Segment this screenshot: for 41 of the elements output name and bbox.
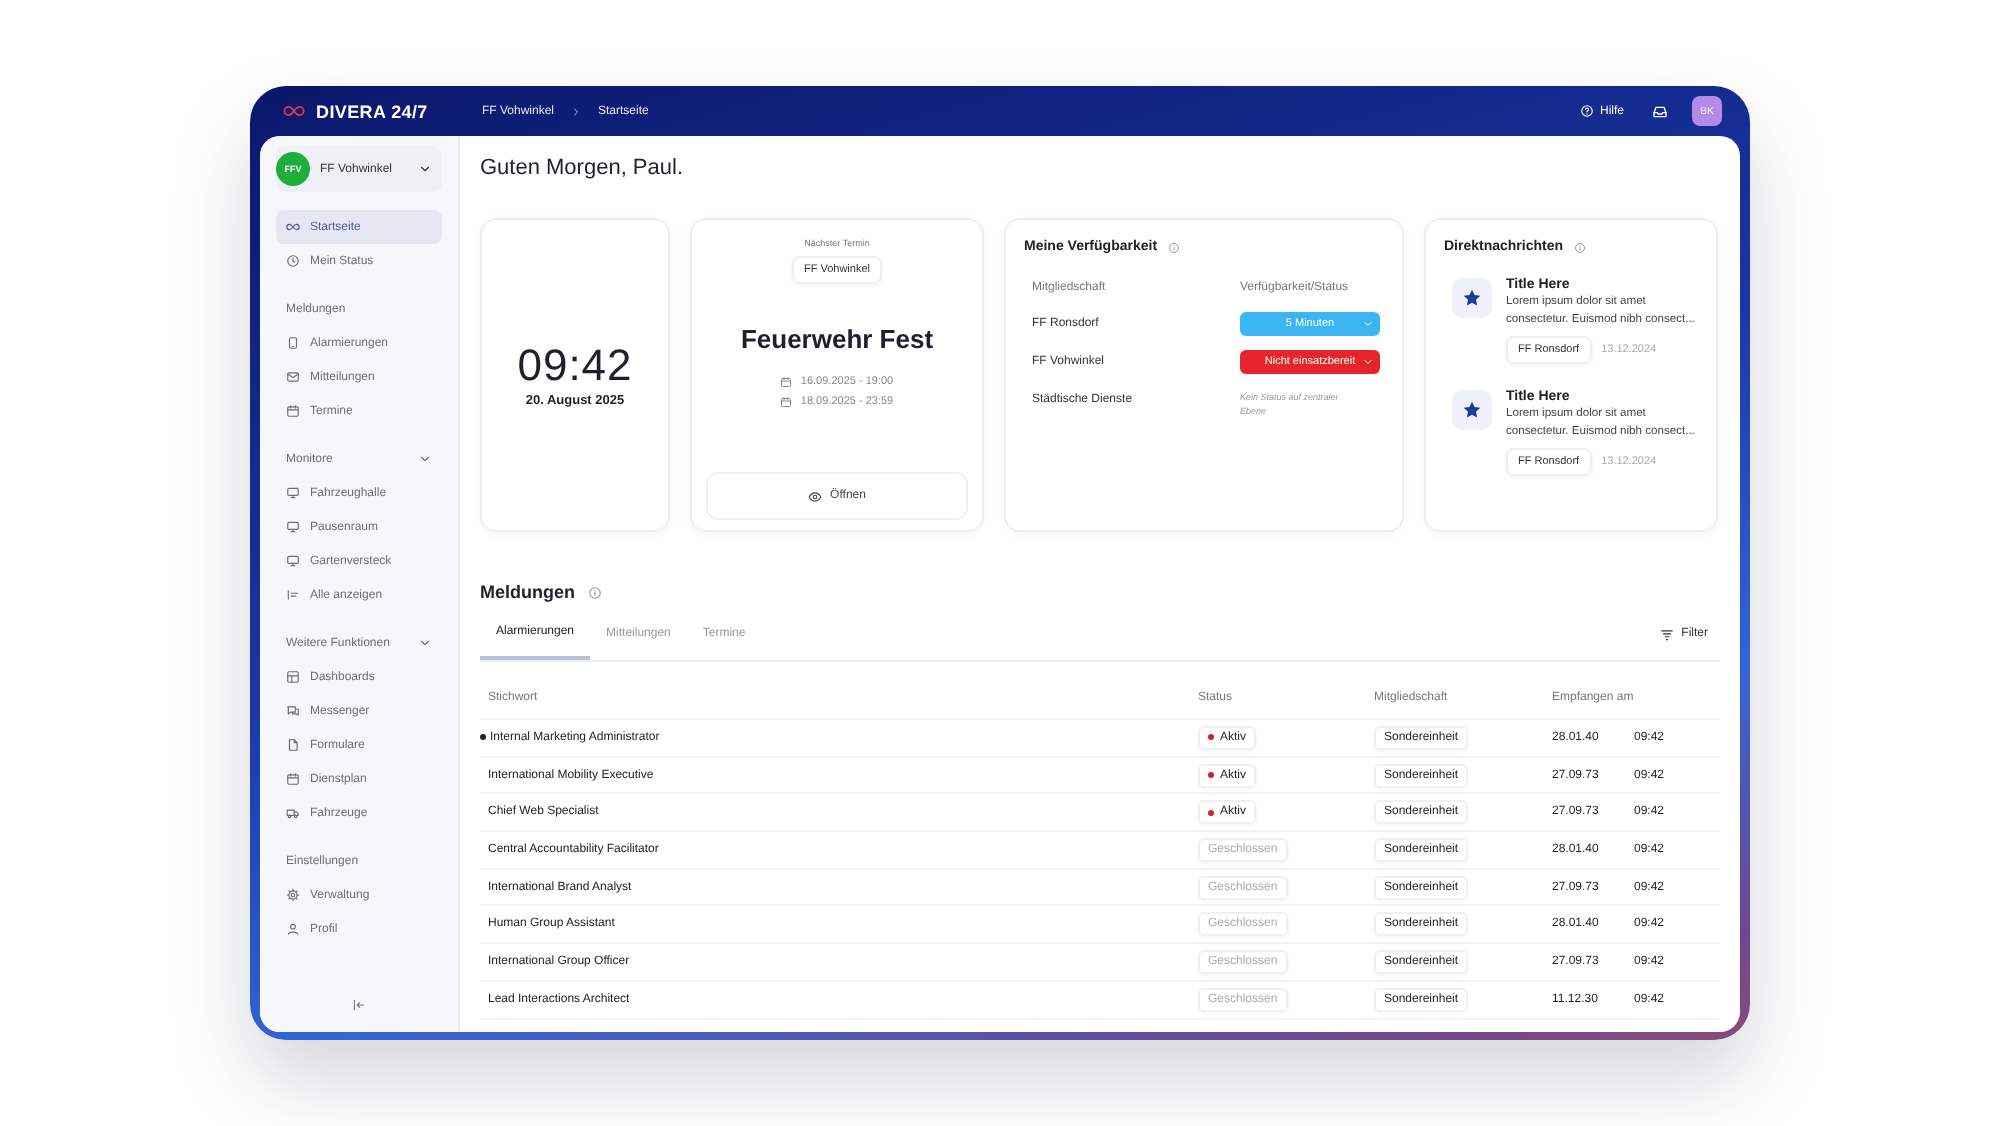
section-title: Meldungen — [480, 582, 575, 602]
info-icon — [1167, 241, 1180, 253]
monitor-icon — [286, 486, 300, 500]
info-icon — [587, 585, 601, 599]
chevron-down-icon[interactable] — [418, 636, 432, 650]
greeting-heading: Guten Morgen, Paul. — [480, 154, 686, 184]
event-title: Feuerwehr Fest — [740, 324, 934, 354]
monitor-icon — [286, 520, 300, 534]
brand-name: DIVERA 24/7 — [316, 101, 428, 121]
document-icon — [286, 738, 300, 752]
gear-icon — [286, 888, 300, 902]
truck-icon — [286, 806, 300, 820]
infinity-icon — [286, 220, 300, 234]
star-icon — [1462, 400, 1482, 420]
inbox-icon[interactable] — [1652, 103, 1668, 119]
unread-dot — [480, 734, 486, 741]
calendar-icon — [780, 396, 793, 408]
eye-icon — [808, 489, 823, 503]
chevron-down-icon — [418, 162, 432, 176]
chevron-down-icon — [1362, 355, 1374, 367]
clock-icon — [286, 254, 300, 268]
filter-icon — [1659, 627, 1674, 641]
list-icon — [286, 588, 300, 602]
logo-icon — [278, 100, 310, 122]
person-icon — [286, 922, 300, 936]
calendar-icon — [286, 772, 300, 786]
calendar-icon — [286, 404, 300, 418]
star-icon — [1462, 288, 1482, 308]
chevron-down-icon[interactable] — [418, 452, 432, 466]
envelope-icon — [286, 370, 300, 384]
chevron-down-icon — [1362, 317, 1374, 329]
info-icon — [1573, 241, 1586, 253]
chat-icon — [286, 704, 300, 718]
chevron-right-icon — [570, 105, 583, 117]
monitor-icon — [286, 554, 300, 568]
clock-time: 09:42 — [517, 342, 633, 390]
collapse-icon[interactable] — [352, 998, 366, 1012]
dashboard-icon — [286, 670, 300, 684]
help-icon — [1579, 104, 1594, 118]
calendar-icon — [780, 376, 793, 388]
phone-icon — [286, 336, 300, 350]
